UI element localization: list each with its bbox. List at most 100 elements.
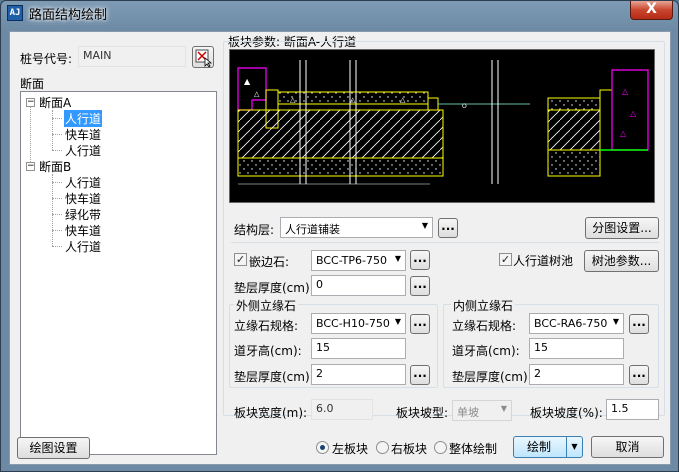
tree-pool-label: 人行道树池 bbox=[513, 254, 574, 268]
tree-line bbox=[52, 150, 62, 151]
svg-text:△: △ bbox=[630, 109, 637, 118]
inner-curb-height-label: 道牙高(cm): bbox=[452, 344, 520, 358]
tree-pool-checkbox[interactable]: ✓ bbox=[499, 253, 512, 266]
cross-section-drawing: ▲ △ △ △ △ O △ △ △ bbox=[237, 60, 649, 185]
draw-dropdown-arrow-icon[interactable]: ▼ bbox=[566, 437, 582, 457]
cushion-label: 垫层厚度(cm): bbox=[234, 281, 314, 295]
dialog-window: AJ 路面结构绘制 X 桩号代号: MAIN 断面 − 断面A 人行道 快车道 … bbox=[0, 0, 679, 472]
pick-cursor-icon bbox=[195, 49, 213, 68]
slope-label: 板块坡度(%): bbox=[530, 406, 603, 420]
inner-spec-select[interactable]: BCC-RA6-750 ▼ bbox=[529, 313, 624, 334]
pick-pile-button[interactable] bbox=[192, 46, 214, 68]
tree-line bbox=[52, 182, 62, 183]
tree-line bbox=[52, 246, 62, 247]
inner-cushion-label: 垫层厚度(cm): bbox=[452, 370, 532, 384]
inner-cushion-input[interactable]: 2 bbox=[529, 364, 624, 385]
outer-spec-select[interactable]: BCC-H10-750 ▼ bbox=[311, 313, 406, 334]
width-input[interactable]: 6.0 bbox=[311, 399, 373, 420]
tree-line bbox=[30, 104, 31, 168]
left-block-radio[interactable] bbox=[316, 441, 329, 454]
tree-node-sidewalk-selected[interactable]: 人行道 bbox=[64, 110, 103, 127]
tree-node-sidewalk[interactable]: 人行道 bbox=[65, 238, 101, 255]
pile-input[interactable]: MAIN bbox=[78, 46, 186, 67]
dropdown-arrow-icon: ▼ bbox=[421, 221, 428, 230]
inner-spec-value: BCC-RA6-750 bbox=[534, 317, 608, 330]
tree-pool-params-button[interactable]: 树池参数... bbox=[584, 250, 659, 272]
outer-cushion-more-button[interactable]: ... bbox=[410, 365, 430, 385]
collapse-icon[interactable]: − bbox=[26, 98, 35, 107]
inner-curb-title: 内侧立缘石 bbox=[451, 297, 516, 314]
dropdown-arrow-icon: ▼ bbox=[394, 254, 401, 263]
svg-text:△: △ bbox=[400, 96, 406, 104]
divider bbox=[231, 242, 659, 243]
structure-value: 人行道铺装 bbox=[285, 223, 340, 236]
tree-node-green-belt[interactable]: 绿化带 bbox=[65, 206, 101, 223]
tree-node-sidewalk[interactable]: 人行道 bbox=[65, 174, 101, 191]
edge-stone-label: 嵌边石: bbox=[249, 255, 290, 269]
edge-stone-select[interactable]: BCC-TP6-750 ▼ bbox=[311, 250, 406, 271]
app-icon: AJ bbox=[7, 5, 23, 21]
outer-spec-more-button[interactable]: ... bbox=[410, 314, 430, 334]
tree-node-section-b[interactable]: 断面B bbox=[39, 158, 71, 175]
section-group-label: 断面 bbox=[20, 77, 45, 91]
svg-text:△: △ bbox=[622, 87, 629, 96]
cancel-button[interactable]: 取消 bbox=[591, 436, 664, 458]
pile-label: 桩号代号: bbox=[20, 52, 73, 66]
slope-type-select[interactable]: 单坡 ▼ bbox=[452, 400, 512, 421]
dialog-client: 桩号代号: MAIN 断面 − 断面A 人行道 快车道 人行道 − 断面B 人行… bbox=[9, 31, 671, 465]
title-bar[interactable]: AJ 路面结构绘制 X bbox=[1, 1, 678, 25]
inner-curb-height-input[interactable]: 15 bbox=[529, 338, 624, 359]
whole-draw-label: 整体绘制 bbox=[449, 442, 498, 456]
inner-cushion-more-button[interactable]: ... bbox=[629, 365, 649, 385]
structure-more-button[interactable]: ... bbox=[438, 218, 458, 238]
edge-stone-checkbox[interactable]: ✓ bbox=[234, 253, 247, 266]
tree-node-lane[interactable]: 快车道 bbox=[65, 190, 101, 207]
width-label: 板块宽度(m): bbox=[234, 406, 308, 420]
slope-type-value: 单坡 bbox=[457, 406, 479, 419]
edge-stone-more-button[interactable]: ... bbox=[410, 250, 430, 270]
tree-line bbox=[52, 198, 62, 199]
svg-text:△: △ bbox=[350, 96, 356, 104]
tree-line bbox=[52, 230, 62, 231]
svg-text:▲: ▲ bbox=[244, 77, 251, 86]
outer-curb-height-label: 道牙高(cm): bbox=[234, 344, 302, 358]
slope-input[interactable]: 1.5 bbox=[606, 399, 659, 420]
whole-draw-radio[interactable] bbox=[434, 441, 447, 454]
svg-text:O: O bbox=[462, 103, 467, 110]
structure-select[interactable]: 人行道铺装 ▼ bbox=[280, 217, 433, 238]
dropdown-arrow-icon: ▼ bbox=[500, 404, 507, 413]
close-button[interactable]: X bbox=[630, 1, 673, 20]
outer-spec-value: BCC-H10-750 bbox=[316, 317, 390, 330]
dropdown-arrow-icon: ▼ bbox=[612, 317, 619, 326]
outer-curb-height-input[interactable]: 15 bbox=[311, 338, 406, 359]
draw-button-label: 绘制 bbox=[526, 440, 551, 454]
draw-split-button[interactable]: 绘制 ▼ bbox=[513, 436, 583, 458]
tree-line bbox=[52, 174, 53, 246]
structure-label: 结构层: bbox=[234, 223, 275, 237]
tree-line bbox=[52, 214, 62, 215]
collapse-icon[interactable]: − bbox=[26, 162, 35, 171]
tree-line bbox=[52, 134, 62, 135]
right-block-label: 右板块 bbox=[391, 442, 428, 456]
outer-cushion-label: 垫层厚度(cm): bbox=[234, 370, 314, 384]
right-block-radio[interactable] bbox=[376, 441, 389, 454]
tree-node-section-a[interactable]: 断面A bbox=[39, 94, 71, 111]
tree-node-lane[interactable]: 快车道 bbox=[65, 126, 101, 143]
split-settings-button[interactable]: 分图设置... bbox=[585, 217, 659, 239]
dropdown-arrow-icon: ▼ bbox=[394, 317, 401, 326]
window-title: 路面结构绘制 bbox=[29, 8, 108, 23]
slope-type-label: 板块坡型: bbox=[396, 406, 449, 420]
cushion-more-button[interactable]: ... bbox=[410, 276, 430, 296]
tree-node-sidewalk[interactable]: 人行道 bbox=[65, 142, 101, 159]
outer-cushion-input[interactable]: 2 bbox=[311, 364, 406, 385]
tree-line bbox=[52, 110, 53, 150]
svg-text:△: △ bbox=[620, 129, 627, 138]
edge-stone-value: BCC-TP6-750 bbox=[316, 254, 387, 267]
section-tree[interactable]: − 断面A 人行道 快车道 人行道 − 断面B 人行道 快车道 绿化带 快车道 … bbox=[20, 91, 217, 455]
inner-spec-label: 立缘石规格: bbox=[452, 319, 517, 333]
inner-spec-more-button[interactable]: ... bbox=[629, 314, 649, 334]
svg-text:△: △ bbox=[290, 96, 296, 104]
cushion-input[interactable]: 0 bbox=[311, 275, 406, 296]
tree-node-lane[interactable]: 快车道 bbox=[65, 222, 101, 239]
draw-settings-button[interactable]: 绘图设置 bbox=[17, 437, 90, 459]
